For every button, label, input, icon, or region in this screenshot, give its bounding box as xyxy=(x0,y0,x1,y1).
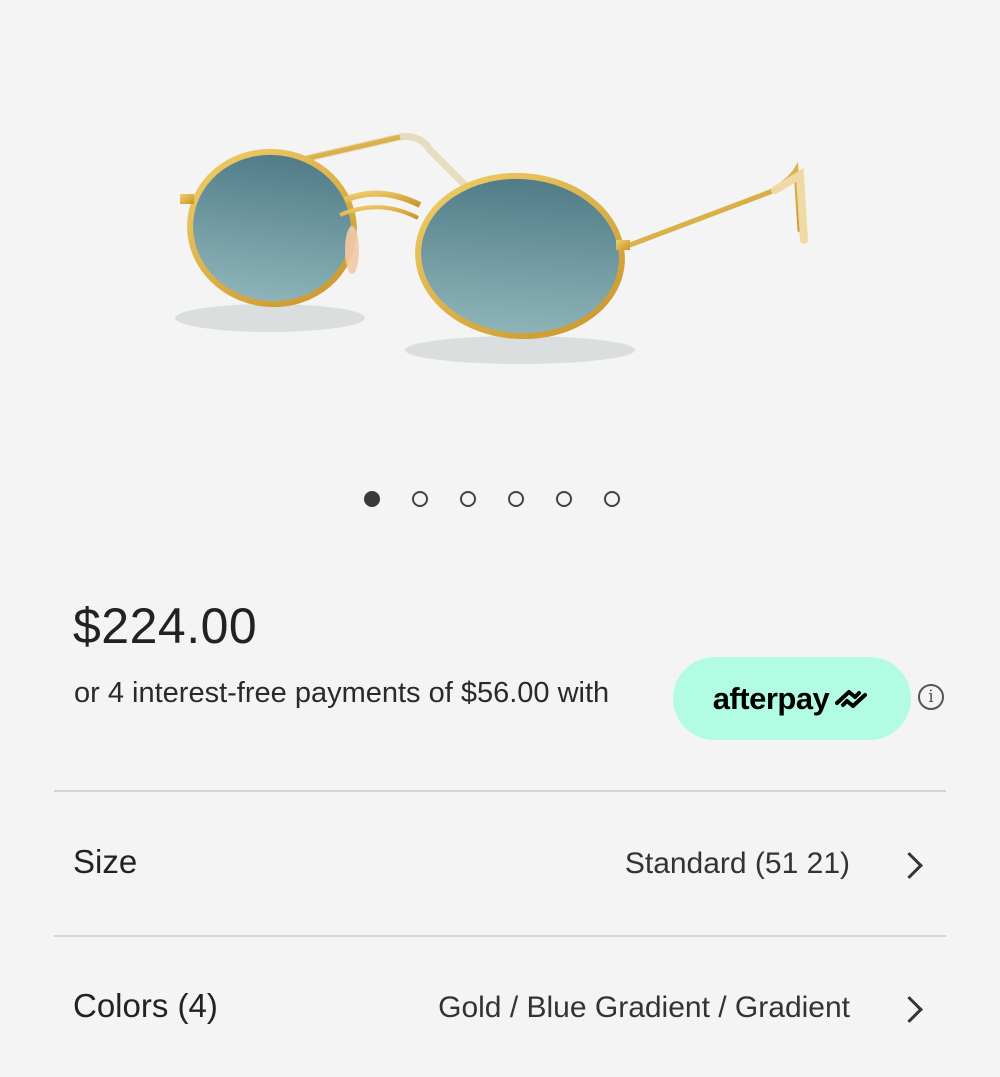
gallery-pagination xyxy=(364,491,620,507)
product-image xyxy=(175,133,808,364)
chevron-right-icon xyxy=(896,852,923,879)
gallery-dot-5[interactable] xyxy=(556,491,572,507)
size-option-row[interactable]: Size Standard (51 21) xyxy=(0,793,1000,933)
colors-value: Gold / Blue Gradient / Gradient xyxy=(438,991,850,1024)
divider xyxy=(54,790,946,792)
installment-text: or 4 interest-free payments of $56.00 wi… xyxy=(74,677,610,709)
product-image-gallery[interactable] xyxy=(0,0,1000,470)
colors-label: Colors (4) xyxy=(73,987,218,1024)
size-label: Size xyxy=(73,843,138,880)
afterpay-logo-icon xyxy=(835,689,868,708)
colors-option-row[interactable]: Colors (4) Gold / Blue Gradient / Gradie… xyxy=(0,937,1000,1077)
gallery-dot-3[interactable] xyxy=(460,491,476,507)
gallery-dot-1[interactable] xyxy=(364,491,380,507)
size-value: Standard (51 21) xyxy=(624,847,850,880)
gallery-dot-2[interactable] xyxy=(412,491,428,507)
info-icon[interactable]: i xyxy=(918,684,944,710)
chevron-right-icon xyxy=(896,996,923,1023)
afterpay-badge[interactable]: afterpay xyxy=(673,657,911,740)
gallery-dot-4[interactable] xyxy=(508,491,524,507)
gallery-dot-6[interactable] xyxy=(604,491,620,507)
product-price: $224.00 xyxy=(73,598,258,654)
afterpay-label: afterpay xyxy=(712,680,830,716)
